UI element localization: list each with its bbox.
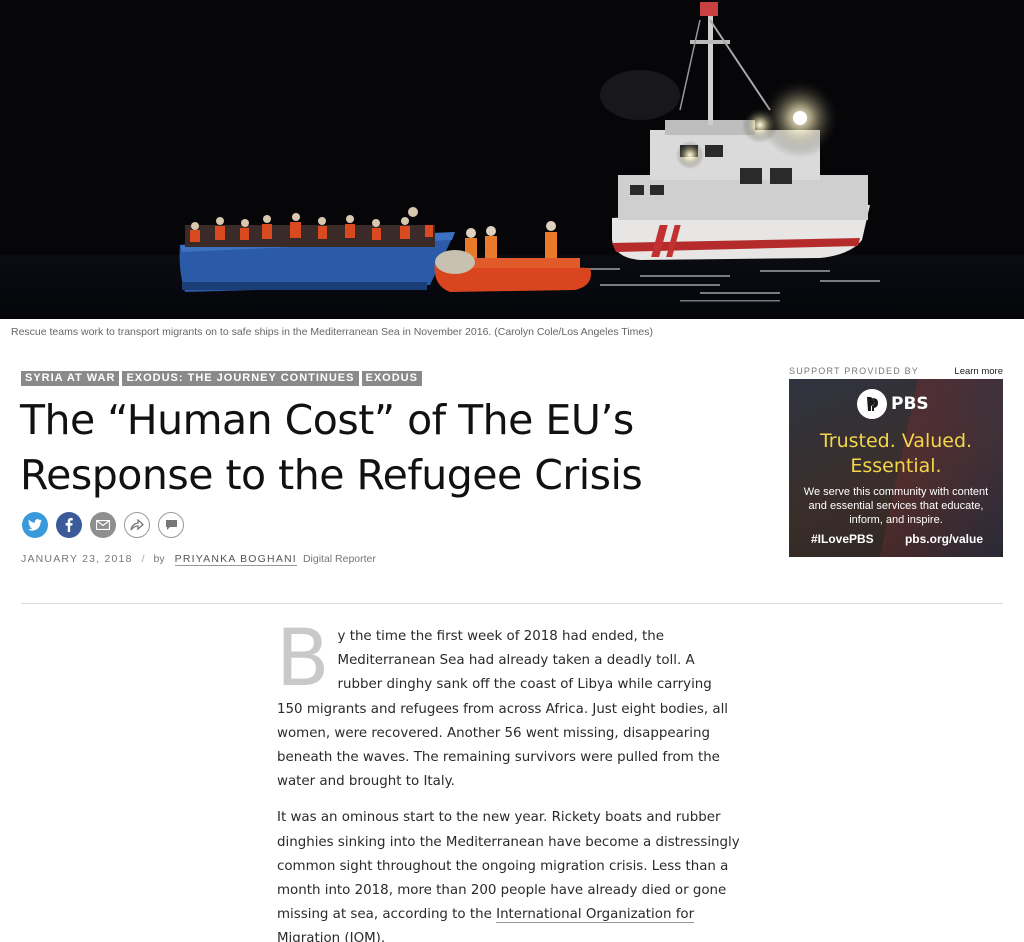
- support-label: SUPPORT PROVIDED BY: [789, 366, 919, 376]
- paragraph-1: By the time the first week of 2018 had e…: [276, 614, 740, 794]
- paragraph-2: It was an ominous start to the new year.…: [277, 806, 740, 942]
- category-tags: SYRIA AT WAR EXODUS: THE JOURNEY CONTINU…: [21, 371, 422, 386]
- share-toolbar: [22, 512, 184, 538]
- section-divider: [21, 603, 1003, 604]
- tag-syria-at-war[interactable]: SYRIA AT WAR: [21, 371, 120, 386]
- email-icon[interactable]: [90, 512, 116, 538]
- ad-url: pbs.org/value: [904, 532, 983, 546]
- tag-exodus[interactable]: EXODUS: [361, 371, 422, 386]
- drop-cap: B: [276, 614, 330, 704]
- author-link[interactable]: PRIYANKA BOGHANI: [174, 553, 297, 566]
- publish-date: JANUARY 23, 2018: [21, 553, 133, 565]
- pbs-logo: PBS: [857, 389, 929, 419]
- learn-more-link[interactable]: Learn more: [954, 366, 1003, 377]
- facebook-icon[interactable]: [56, 512, 82, 538]
- ad-footer: #ILovePBS pbs.org/value: [811, 532, 983, 546]
- byline: JANUARY 23, 2018 / by PRIYANKA BOGHANI D…: [21, 553, 376, 566]
- ad-tagline-1: Trusted. Valued.: [819, 430, 973, 452]
- hero-photo: [0, 0, 1024, 319]
- twitter-icon[interactable]: [22, 512, 48, 538]
- headline-line-2: Response to the Refugee Crisis: [20, 451, 643, 499]
- pbs-ad-banner[interactable]: PBS Trusted. Valued. Essential. We serve…: [789, 379, 1003, 557]
- paragraph-1-text: y the time the first week of 2018 had en…: [277, 629, 729, 790]
- byline-separator: /: [141, 553, 145, 565]
- byline-by: by: [153, 553, 165, 565]
- paragraph-2-end: .: [380, 931, 386, 942]
- article-headline: The “Human Cost” of The EU’s Response to…: [20, 393, 660, 503]
- share-icon[interactable]: [124, 512, 150, 538]
- paragraph-2-text: It was an ominous start to the new year.…: [277, 810, 740, 923]
- pbs-logo-text: PBS: [891, 394, 929, 414]
- author-role: Digital Reporter: [302, 553, 376, 565]
- comment-icon[interactable]: [158, 512, 184, 538]
- ad-body: We serve this community with content and…: [803, 486, 989, 526]
- article-body: By the time the first week of 2018 had e…: [276, 614, 740, 942]
- ad-header: SUPPORT PROVIDED BY Learn more: [789, 366, 1003, 377]
- tag-exodus-journey[interactable]: EXODUS: THE JOURNEY CONTINUES: [122, 371, 359, 386]
- headline-line-1: The “Human Cost” of The EU’s: [20, 396, 634, 444]
- ad-hashtag: #ILovePBS: [811, 532, 874, 546]
- photo-caption: Rescue teams work to transport migrants …: [11, 326, 653, 338]
- rescue-boats-image: [0, 0, 1024, 319]
- pbs-head-icon: [857, 389, 887, 419]
- ad-tagline-2: Essential.: [850, 455, 942, 477]
